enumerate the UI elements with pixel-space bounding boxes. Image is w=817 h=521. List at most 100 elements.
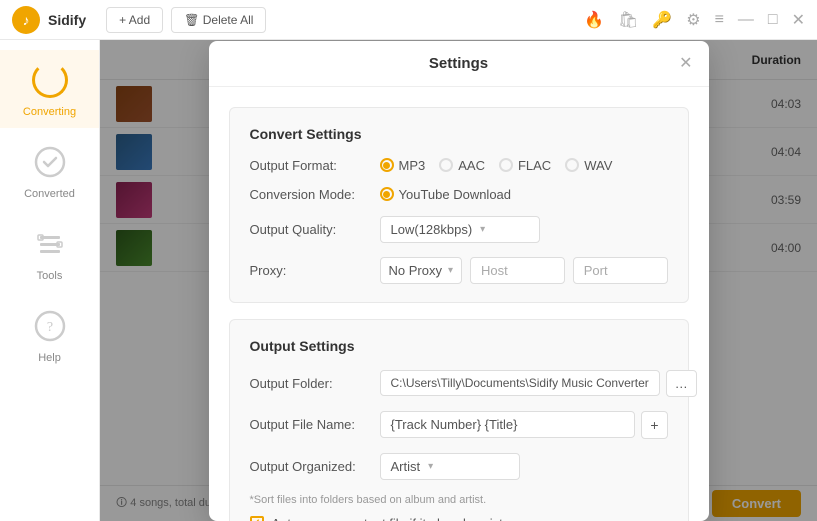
- filename-add-button[interactable]: +: [641, 411, 667, 439]
- gift-icon[interactable]: 🛍: [618, 10, 638, 30]
- delete-all-button[interactable]: 🗑 Delete All: [171, 7, 266, 33]
- output-settings-section: Output Settings Output Folder: C:\Users\…: [229, 319, 689, 521]
- toolbar-actions: + Add 🗑 Delete All: [106, 7, 266, 33]
- title-bar: ♪ Sidify + Add 🗑 Delete All 🔥 🛍 🔑 ⚙ ≡ — …: [0, 0, 817, 40]
- filename-input[interactable]: {Track Number} {Title}: [380, 411, 636, 438]
- modal-overlay[interactable]: Settings ✕ Convert Settings Output Forma…: [100, 40, 817, 521]
- proxy-dropdown-arrow: ▾: [448, 265, 453, 276]
- menu-icon[interactable]: ≡: [715, 11, 724, 29]
- radio-wav-circle: [565, 158, 579, 172]
- output-filename-row: Output File Name: {Track Number} {Title}…: [250, 411, 668, 439]
- app-logo: ♪: [12, 6, 40, 34]
- proxy-row: Proxy: No Proxy ▾ Host: [250, 257, 668, 284]
- organize-dropdown-arrow: ▾: [428, 461, 433, 472]
- conversion-mode-value: YouTube Download: [380, 187, 668, 202]
- main-area: Converting Converted: [0, 40, 817, 521]
- proxy-value: No Proxy: [389, 263, 442, 278]
- quality-dropdown-arrow: ▾: [480, 224, 485, 235]
- output-organize-row: Output Organized: Artist ▾: [250, 453, 668, 480]
- content-area: Duration 04:03 04:04 03:59: [100, 40, 817, 521]
- svg-text:?: ?: [46, 320, 52, 335]
- output-folder-label: Output Folder:: [250, 376, 380, 391]
- tools-icon: [30, 224, 70, 264]
- sidebar-label-tools: Tools: [37, 270, 63, 282]
- output-quality-text: Low(128kbps): [391, 222, 473, 237]
- browse-folder-button[interactable]: …: [666, 370, 697, 397]
- organize-dropdown[interactable]: Artist ▾: [380, 453, 520, 480]
- radio-mp3-circle: [380, 158, 394, 172]
- key-icon[interactable]: 🔑: [652, 10, 672, 30]
- proxy-dropdown[interactable]: No Proxy ▾: [380, 257, 463, 284]
- convert-settings-section: Convert Settings Output Format: MP3: [229, 107, 689, 303]
- minimize-button[interactable]: —: [738, 11, 754, 29]
- converted-icon: [30, 142, 70, 182]
- proxy-port-placeholder: Port: [584, 263, 608, 278]
- checkbox-check-icon: ✓: [252, 518, 260, 521]
- gear-icon[interactable]: ⚙: [686, 10, 700, 30]
- modal-close-button[interactable]: ✕: [679, 53, 692, 73]
- sidebar-label-help: Help: [38, 352, 61, 364]
- conversion-mode-label: Conversion Mode:: [250, 187, 380, 202]
- output-organize-label: Output Organized:: [250, 459, 380, 474]
- conversion-mode-row: Conversion Mode: YouTube Download: [250, 187, 668, 202]
- format-aac-label: AAC: [458, 158, 485, 173]
- format-aac-option[interactable]: AAC: [439, 158, 485, 173]
- format-wav-option[interactable]: WAV: [565, 158, 612, 173]
- modal-body: Convert Settings Output Format: MP3: [209, 87, 709, 521]
- radio-flac-circle: [499, 158, 513, 172]
- settings-modal: Settings ✕ Convert Settings Output Forma…: [209, 41, 709, 521]
- close-button[interactable]: ✕: [792, 10, 805, 30]
- auto-rename-label: Auto rename output file if it already ex…: [272, 516, 510, 521]
- sidebar-item-help[interactable]: ? Help: [0, 296, 99, 374]
- sidebar-label-converted: Converted: [24, 188, 75, 200]
- format-wav-label: WAV: [584, 158, 612, 173]
- convert-settings-title: Convert Settings: [250, 126, 668, 142]
- add-button[interactable]: + Add: [106, 7, 163, 33]
- format-mp3-label: MP3: [399, 158, 426, 173]
- output-filename-label: Output File Name:: [250, 417, 380, 432]
- youtube-download-label: YouTube Download: [399, 187, 512, 202]
- format-flac-label: FLAC: [518, 158, 551, 173]
- filename-controls: {Track Number} {Title} +: [380, 411, 668, 439]
- output-settings-title: Output Settings: [250, 338, 668, 354]
- modal-header: Settings ✕: [209, 41, 709, 87]
- app-window: ♪ Sidify + Add 🗑 Delete All 🔥 🛍 🔑 ⚙ ≡ — …: [0, 0, 817, 521]
- app-name: Sidify: [48, 12, 86, 28]
- help-icon: ?: [30, 306, 70, 346]
- youtube-download-option[interactable]: YouTube Download: [380, 187, 512, 202]
- flame-icon[interactable]: 🔥: [584, 10, 604, 30]
- output-quality-label: Output Quality:: [250, 222, 380, 237]
- output-folder-row: Output Folder: C:\Users\Tilly\Documents\…: [250, 370, 668, 397]
- sidebar-item-converting[interactable]: Converting: [0, 50, 99, 128]
- format-mp3-option[interactable]: MP3: [380, 158, 426, 173]
- sort-note: *Sort files into folders based on album …: [250, 494, 668, 506]
- output-format-row: Output Format: MP3 AAC: [250, 158, 668, 173]
- sidebar-item-converted[interactable]: Converted: [0, 132, 99, 210]
- sidebar: Converting Converted: [0, 40, 100, 521]
- maximize-button[interactable]: □: [768, 11, 778, 29]
- auto-rename-row[interactable]: ✓ Auto rename output file if it already …: [250, 516, 668, 521]
- window-controls: 🔥 🛍 🔑 ⚙ ≡ — □ ✕: [584, 10, 805, 30]
- sidebar-label-converting: Converting: [23, 106, 76, 118]
- auto-rename-checkbox[interactable]: ✓: [250, 516, 264, 521]
- radio-youtube-circle: [380, 187, 394, 201]
- output-format-label: Output Format:: [250, 158, 380, 173]
- converting-icon: [30, 60, 70, 100]
- proxy-host-placeholder: Host: [481, 263, 508, 278]
- output-quality-value: Low(128kbps) ▾: [380, 216, 668, 243]
- proxy-controls: No Proxy ▾ Host Port: [380, 257, 668, 284]
- sidebar-item-tools[interactable]: Tools: [0, 214, 99, 292]
- proxy-host-input[interactable]: Host: [470, 257, 565, 284]
- modal-title: Settings: [229, 55, 689, 72]
- logo-icon: ♪: [23, 12, 30, 28]
- output-quality-row: Output Quality: Low(128kbps) ▾: [250, 216, 668, 243]
- organize-value: Artist: [391, 459, 421, 474]
- proxy-port-input[interactable]: Port: [573, 257, 668, 284]
- format-flac-option[interactable]: FLAC: [499, 158, 551, 173]
- folder-path-display: C:\Users\Tilly\Documents\Sidify Music Co…: [380, 370, 660, 396]
- output-quality-dropdown[interactable]: Low(128kbps) ▾: [380, 216, 540, 243]
- format-radio-group: MP3 AAC FLAC: [380, 158, 668, 173]
- radio-aac-circle: [439, 158, 453, 172]
- folder-controls: C:\Users\Tilly\Documents\Sidify Music Co…: [380, 370, 697, 397]
- proxy-label: Proxy:: [250, 263, 380, 278]
